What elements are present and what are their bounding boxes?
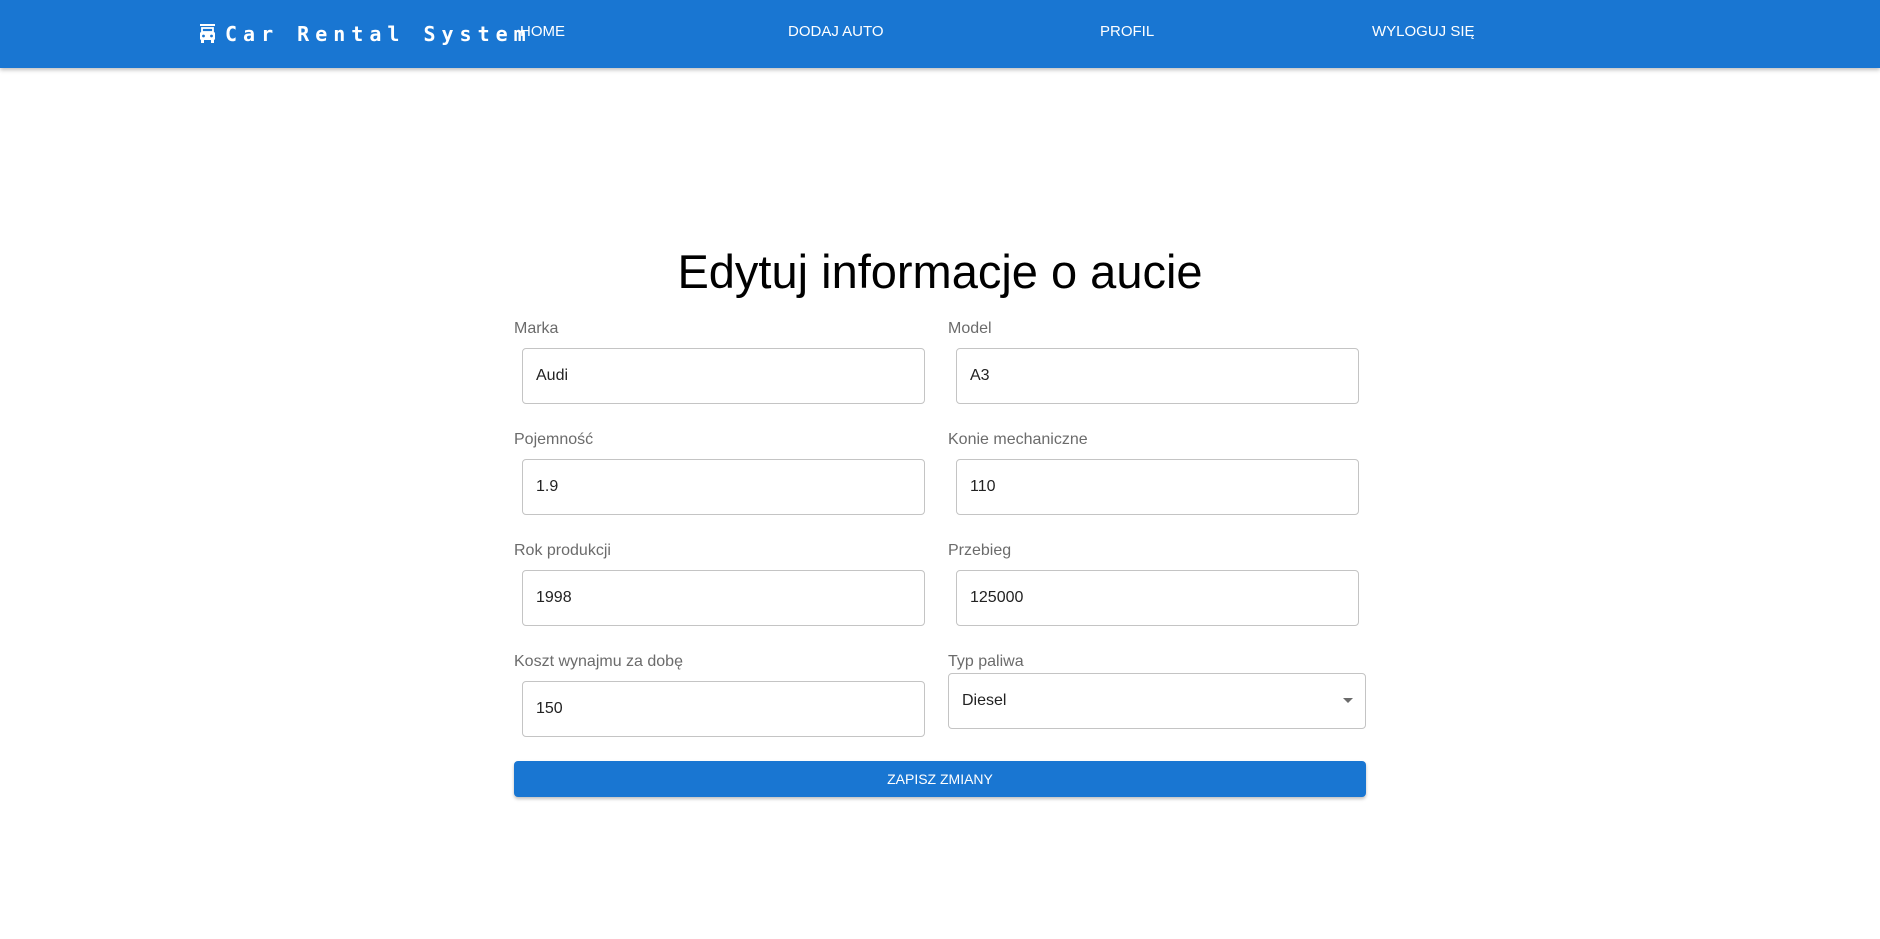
nav-home[interactable]: HOME [520,23,565,40]
marka-input[interactable] [522,348,925,404]
pojemnosc-input[interactable] [522,459,925,515]
paliwo-select[interactable]: Diesel [948,673,1366,729]
dropdown-arrow-icon [1343,698,1353,703]
nav-logout[interactable]: WYLOGUJ SIĘ [1372,23,1475,40]
koszt-label: Koszt wynajmu za dobę [514,653,683,670]
model-label: Model [948,320,992,337]
model-input[interactable] [956,348,1359,404]
brand[interactable]: Car Rental System [199,20,532,48]
przebieg-label: Przebieg [948,542,1012,559]
page-title: Edytuj informacje o aucie [677,245,1203,298]
nav-profile[interactable]: PROFIL [1100,23,1154,40]
pojemnosc-label: Pojemność [514,431,594,448]
paliwo-select-value: Diesel [962,692,1007,709]
marka-label: Marka [514,320,559,337]
paliwo-label: Typ paliwa [948,653,1024,670]
rok-input[interactable] [522,570,925,626]
koszt-input[interactable] [522,681,925,737]
rok-label: Rok produkcji [514,542,611,559]
nav-add-car[interactable]: DODAJ AUTO [788,23,884,40]
brand-title: Car Rental System [225,22,532,46]
app-bar: Car Rental System HOME DODAJ AUTO PROFIL… [0,0,1880,68]
konie-input[interactable] [956,459,1359,515]
car-icon [199,23,216,45]
konie-label: Konie mechaniczne [948,431,1088,448]
przebieg-input[interactable] [956,570,1359,626]
save-changes-button[interactable]: ZAPISZ ZMIANY [514,761,1366,797]
